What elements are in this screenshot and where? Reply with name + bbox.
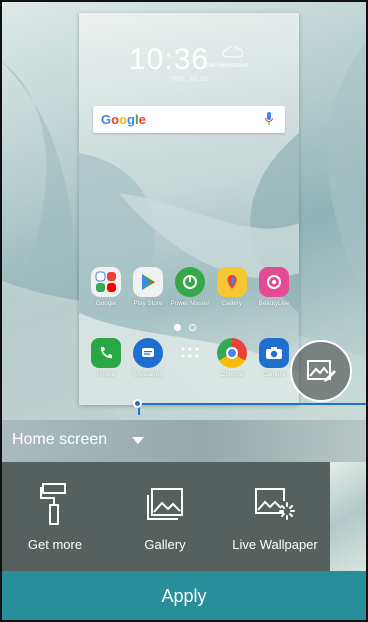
- page-indicator: [174, 324, 196, 331]
- app-messages: Messages: [127, 338, 169, 378]
- google-logo: Google: [101, 112, 146, 127]
- callout-pointer-dot: [133, 399, 142, 408]
- edit-wallpaper-button[interactable]: [290, 340, 352, 402]
- wallpaper-source-options: Get more Gallery Live Wallpaper: [0, 462, 330, 571]
- live-wallpaper-icon: [253, 482, 297, 526]
- phone-icon: [91, 338, 121, 368]
- weather-status: No connection: [207, 62, 249, 69]
- app-play-store: Play Store: [127, 267, 169, 307]
- app-beautylive: BeautyLive: [253, 267, 295, 307]
- get-more-button[interactable]: Get more: [0, 462, 110, 571]
- screen-selector[interactable]: Home screen: [0, 420, 368, 462]
- app-drawer-icon: [175, 338, 205, 368]
- home-dock: Phone Messages Chrome Camera: [85, 338, 295, 378]
- wallpaper-preview: 10:36 No connection Mon, Jul 10 Google G…: [79, 13, 299, 405]
- camera-icon: [259, 338, 289, 368]
- google-folder-icon: [91, 267, 121, 297]
- page-dot-active: [174, 324, 181, 331]
- app-phone: Phone: [85, 338, 127, 378]
- wallpaper-thumbnail-peek[interactable]: [330, 462, 368, 571]
- gallery-app-icon: [217, 267, 247, 297]
- live-wallpaper-label: Live Wallpaper: [232, 537, 318, 552]
- microphone-icon: [265, 112, 273, 125]
- clock-time: 10:36: [129, 43, 210, 76]
- play-store-icon: [133, 267, 163, 297]
- app-camera: Camera: [253, 338, 295, 378]
- app-google: Google: [85, 267, 127, 307]
- chevron-down-icon: [132, 437, 144, 444]
- gallery-button[interactable]: Gallery: [110, 462, 220, 571]
- live-wallpaper-button[interactable]: Live Wallpaper: [220, 462, 330, 571]
- google-search-bar: Google: [93, 106, 285, 133]
- apply-button[interactable]: Apply: [0, 571, 368, 622]
- cloud-icon: [222, 46, 243, 58]
- screen-selector-label: Home screen: [12, 431, 108, 448]
- beautylive-icon: [259, 267, 289, 297]
- clock-date: Mon, Jul 10: [171, 76, 208, 83]
- messages-icon: [133, 338, 163, 368]
- paint-roller-icon: [33, 482, 77, 526]
- get-more-label: Get more: [27, 537, 83, 552]
- chrome-icon: [217, 338, 247, 368]
- home-app-row: Google Play Store Power Master Gallery B…: [85, 267, 295, 307]
- app-power-master: Power Master: [169, 267, 211, 307]
- edit-image-icon: [307, 360, 336, 382]
- page-dot: [189, 324, 196, 331]
- power-master-icon: [175, 267, 205, 297]
- app-chrome: Chrome: [211, 338, 253, 378]
- callout-pointer-line: [138, 403, 368, 415]
- app-drawer: [169, 338, 211, 378]
- app-gallery: Gallery: [211, 267, 253, 307]
- gallery-label: Gallery: [144, 537, 186, 552]
- gallery-icon: [143, 482, 187, 526]
